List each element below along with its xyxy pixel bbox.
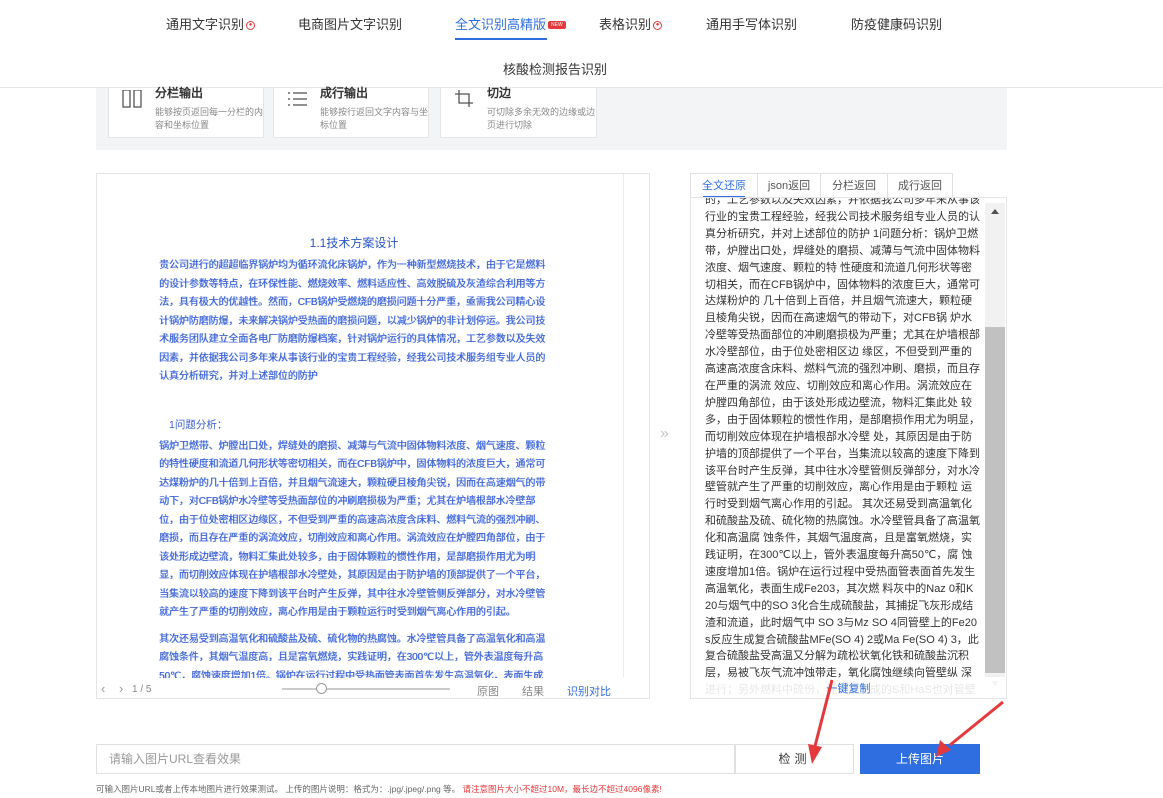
tab-health-code-ocr[interactable]: 防疫健康码识别: [851, 14, 942, 33]
tab-table-ocr[interactable]: 表格识别 ●: [599, 14, 663, 33]
columns-icon: [122, 90, 142, 108]
list-lines-icon: [288, 92, 307, 106]
feature-strip: 分栏输出 能够按页返回每一分栏的内容和坐标位置 成行输出 能够按行返回文字内容与…: [96, 86, 1007, 150]
result-button[interactable]: 结果: [522, 683, 544, 698]
zoom-slider-track[interactable]: [282, 688, 450, 690]
hint-warning: 请注意图片大小不超过10M，最长边不超过4096像素!: [462, 784, 662, 794]
active-tab-underline: [455, 38, 547, 40]
upload-hint: 可输入图片URL或者上传本地图片进行效果测试。 上传的图片说明：格式为：.jpg…: [96, 783, 662, 795]
arrowhead-icon: [936, 740, 951, 757]
tab-fulltext-restore[interactable]: 全文还原: [690, 173, 758, 198]
feature-card-crop: 切边 可切除多余无效的边缘或边页进行切除: [440, 86, 597, 138]
arrowhead-icon: [808, 744, 822, 764]
doc-paragraph: 其次还易受到高温氧化和硫酸盐及硫、硫化物的热腐蚀。水冷壁管具备了高温氧化和高温腐…: [159, 633, 546, 679]
tab-fulltext-ocr-hq[interactable]: 全文识别高精版 NEW: [455, 14, 566, 33]
tab-ecommerce-ocr[interactable]: 电商图片文字识别: [298, 14, 402, 33]
zoom-slider-handle[interactable]: [316, 683, 327, 694]
annotation-arrow-upload: [949, 700, 1004, 747]
prev-page-icon[interactable]: ‹: [101, 681, 105, 696]
feature-title: 分栏输出: [155, 86, 204, 100]
doc-subheading: 1问题分析：: [169, 418, 228, 431]
original-button[interactable]: 原图: [477, 683, 499, 698]
hot-icon: ●: [246, 21, 256, 30]
feature-title: 切边: [487, 86, 512, 100]
feature-title: 成行输出: [320, 86, 369, 100]
annotation-arrows: [808, 679, 1004, 764]
feature-card-columns: 分栏输出 能够按页返回每一分栏的内容和坐标位置: [108, 86, 264, 138]
feature-desc: 能够按页返回每一分栏的内容和坐标位置: [155, 107, 264, 130]
scroll-up-icon[interactable]: [991, 209, 999, 214]
image-preview-panel: 1.1技术方案设计 贵公司进行的超超临界锅炉均为循环流化床锅炉，作为一种新型燃烧…: [96, 173, 650, 699]
document-preview[interactable]: 1.1技术方案设计 贵公司进行的超超临界锅炉均为循环流化床锅炉，作为一种新型燃烧…: [97, 174, 623, 678]
compare-button[interactable]: 识别对比: [567, 683, 611, 698]
feature-desc: 能够按行返回文字内容与坐标位置: [320, 107, 429, 130]
doc-paragraph: 贵公司进行的超超临界锅炉均为循环流化床锅炉，作为一种新型燃烧技术，由于它是燃料的…: [159, 260, 546, 382]
recognized-text[interactable]: 的，工艺参数以及失效因素，并依据我公司多年来从事该行业的宝贵工程经验，经我公司技…: [705, 198, 981, 698]
document-page-image: 1.1技术方案设计 贵公司进行的超超临界锅炉均为循环流化床锅炉，作为一种新型燃烧…: [159, 234, 549, 678]
tab-column-return[interactable]: 分栏返回: [820, 173, 888, 198]
crop-icon: [455, 90, 473, 107]
tab-nucleic-test-ocr[interactable]: 核酸检测报告识别: [503, 59, 607, 78]
tab-handwriting-ocr[interactable]: 通用手写体识别: [706, 14, 797, 33]
scrollbar-thumb[interactable]: [985, 327, 1005, 673]
doc-paragraph: 锅炉卫燃带、炉膛出口处，焊缝处的磨损、减薄与气流中固体物料浓度、烟气速度、颗粒的…: [159, 440, 546, 619]
double-chevron-right-icon[interactable]: »: [660, 425, 669, 443]
feature-card-lines: 成行输出 能够按行返回文字内容与坐标位置: [273, 86, 429, 138]
result-scrollbar[interactable]: [985, 203, 1005, 686]
annotation-arrow-detect: [812, 679, 834, 751]
next-page-icon[interactable]: ›: [119, 681, 123, 696]
doc-heading: 1.1技术方案设计: [309, 236, 399, 250]
new-badge: NEW: [548, 21, 566, 29]
tab-line-return[interactable]: 成行返回: [887, 173, 953, 198]
hot-icon: ●: [653, 21, 663, 30]
tab-json-return[interactable]: json返回: [757, 173, 821, 198]
top-nav: 通用文字识别 ● 电商图片文字识别 全文识别高精版 NEW 表格识别 ● 通用手写体识…: [0, 0, 1163, 88]
hint-text: 可输入图片URL或者上传本地图片进行效果测试。 上传的图片说明：格式为：.jpg…: [96, 784, 461, 794]
preview-toolbar: ‹ › 1 / 5 原图 结果 识别对比: [97, 678, 649, 698]
feature-desc: 可切除多余无效的边缘或边页进行切除: [487, 107, 596, 130]
page-indicator: 1 / 5: [132, 684, 152, 695]
tab-general-ocr[interactable]: 通用文字识别 ●: [166, 14, 256, 33]
result-panel: 的，工艺参数以及失效因素，并依据我公司多年来从事该行业的宝贵工程经验，经我公司技…: [690, 197, 1007, 699]
image-url-input[interactable]: [96, 744, 735, 774]
preview-scrollbar[interactable]: [623, 174, 649, 678]
